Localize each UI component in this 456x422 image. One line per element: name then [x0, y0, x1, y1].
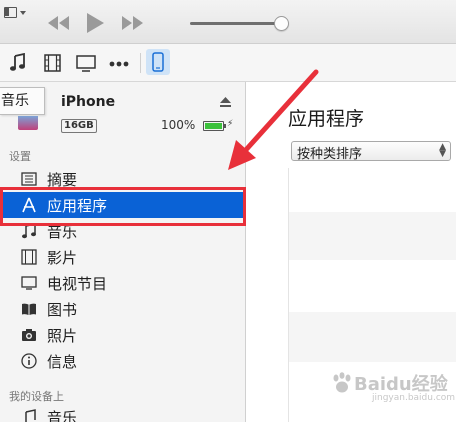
sidebar-item-device-music[interactable]: 音乐: [0, 404, 246, 422]
list-item[interactable]: [289, 312, 456, 362]
sidebar-item-movies[interactable]: 影片: [0, 244, 246, 270]
settings-header: 设置: [9, 150, 31, 163]
sidebar-item-label: 图书: [47, 301, 78, 319]
sidebar-item-label: 照片: [47, 327, 78, 345]
list-item[interactable]: [289, 260, 456, 312]
sort-dropdown[interactable]: 按种类排序 ▲ ▼: [291, 141, 451, 162]
sidebar-item-books[interactable]: 图书: [0, 296, 246, 322]
media-bar-divider: [140, 53, 141, 73]
sidebar-item-label: 音乐: [47, 409, 78, 422]
sidebar-item-label: 电视节目: [47, 275, 108, 293]
volume-knob[interactable]: [274, 16, 289, 31]
volume-slider[interactable]: [190, 15, 292, 33]
info-icon: [21, 353, 37, 369]
device-capacity: 16GB: [61, 119, 97, 133]
sort-dropdown-value: 按种类排序: [297, 147, 363, 162]
dropdown-arrows-icon: ▲ ▼: [439, 142, 446, 159]
volume-track: [190, 22, 286, 25]
battery-percent: 100%: [161, 118, 196, 132]
tv-icon[interactable]: [76, 53, 96, 73]
media-tooltip: 音乐: [0, 87, 45, 115]
sidebar-item-tv-shows[interactable]: 电视节目: [0, 270, 246, 296]
device-name[interactable]: iPhone: [61, 94, 115, 110]
charging-icon: ⚡: [227, 119, 234, 129]
list-item[interactable]: [289, 168, 456, 212]
eject-icon[interactable]: [220, 97, 231, 108]
device-thumbnail: [18, 116, 38, 130]
baidu-watermark: Baidu经验 jingyan.baidu.com: [330, 366, 456, 408]
battery-icon: [203, 121, 226, 131]
playback-controls: [48, 13, 143, 33]
tv-icon: [21, 276, 37, 290]
media-type-bar: [0, 44, 456, 82]
film-icon[interactable]: [44, 53, 61, 73]
more-icon[interactable]: [108, 53, 130, 73]
sidebar-item-label: 影片: [47, 249, 78, 267]
sidebar-item-info[interactable]: 信息: [0, 348, 246, 374]
sidebar: 音乐 iPhone 16GB 100% ⚡ 设置 摘要 应用程序 音乐 影片 电…: [0, 82, 246, 422]
rewind-icon[interactable]: [48, 16, 69, 30]
film-icon: [21, 249, 37, 265]
itunes-window: 音乐 iPhone 16GB 100% ⚡ 设置 摘要 应用程序 音乐 影片 电…: [0, 0, 456, 422]
sidebar-item-label: 信息: [47, 353, 78, 371]
watermark-subtext: jingyan.baidu.com: [372, 393, 456, 403]
my-device-header: 我的设备上: [9, 390, 64, 403]
page-title: 应用程序: [288, 108, 365, 130]
camera-icon: [22, 329, 36, 341]
music-note-icon[interactable]: [9, 53, 27, 73]
music-note-icon: [25, 409, 36, 422]
play-icon[interactable]: [87, 13, 104, 33]
book-icon: [22, 303, 36, 315]
device-button[interactable]: [146, 49, 170, 75]
iphone-icon: [152, 52, 164, 72]
window-menu-icon[interactable]: [4, 6, 28, 20]
annotation-highlight-box: [0, 187, 246, 226]
baidu-paw-icon: [333, 372, 351, 393]
fast-forward-icon[interactable]: [122, 16, 143, 30]
toolbar: [0, 0, 456, 44]
sidebar-item-photos[interactable]: 照片: [0, 322, 246, 348]
list-item[interactable]: [289, 212, 456, 260]
summary-icon: [21, 172, 37, 186]
